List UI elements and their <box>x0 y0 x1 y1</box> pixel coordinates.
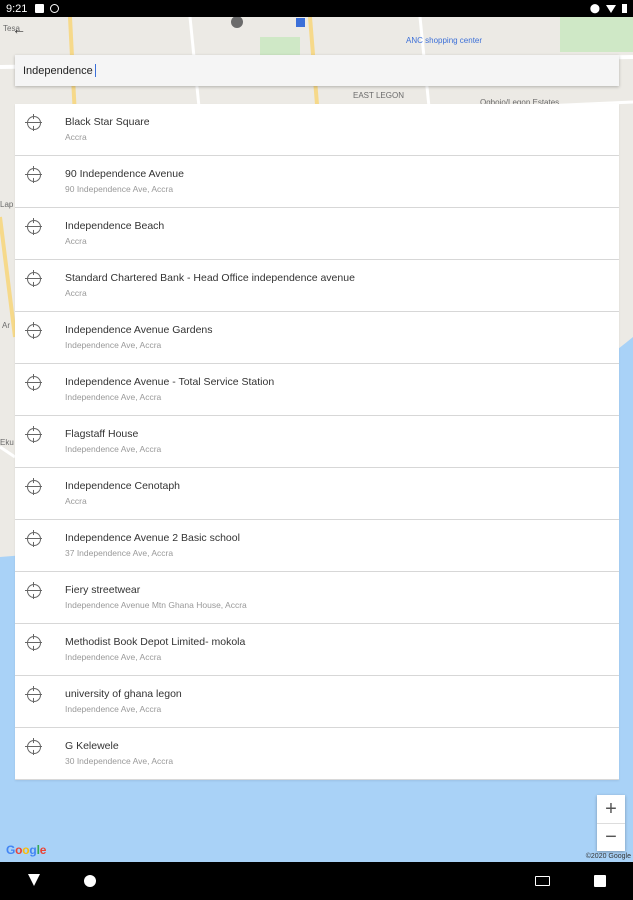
result-title: Flagstaff House <box>65 428 139 440</box>
result-item[interactable]: Methodist Book Depot Limited- mokola Ind… <box>15 624 619 676</box>
result-title: Independence Avenue 2 Basic school <box>65 532 240 544</box>
location-target-icon <box>25 738 42 755</box>
result-subtitle: Independence Ave, Accra <box>65 392 162 402</box>
location-target-icon <box>25 582 42 599</box>
result-title: Fiery streetwear <box>65 584 141 596</box>
result-item[interactable]: Independence Avenue Gardens Independence… <box>15 312 619 364</box>
location-target-icon <box>25 166 42 183</box>
wifi-icon <box>606 4 616 13</box>
result-item[interactable]: Independence Beach Accra <box>15 208 619 260</box>
location-target-icon <box>25 634 42 651</box>
map-label-lap: Lap <box>0 200 14 209</box>
location-target-icon <box>25 478 42 495</box>
autocomplete-results-list: Black Star Square Accra 90 Independence … <box>15 104 619 780</box>
nav-recents-icon[interactable] <box>594 875 606 887</box>
logo-letter: e <box>39 843 47 857</box>
result-subtitle: 30 Independence Ave, Accra <box>65 756 174 766</box>
status-time: 9:21 <box>6 2 28 15</box>
result-title: Independence Beach <box>65 220 165 232</box>
result-item[interactable]: Black Star Square Accra <box>15 104 619 156</box>
zoom-controls: + − <box>597 795 625 851</box>
notification-icon <box>35 4 45 13</box>
location-target-icon <box>25 218 42 235</box>
result-title: Independence Cenotaph <box>65 480 181 492</box>
result-title: Independence Avenue - Total Service Stat… <box>65 376 275 388</box>
logo-letter: g <box>29 843 37 857</box>
location-target-icon <box>25 426 42 443</box>
result-item[interactable]: Standard Chartered Bank - Head Office in… <box>15 260 619 312</box>
system-navigation-bar <box>0 862 633 900</box>
result-subtitle: Independence Ave, Accra <box>65 704 162 714</box>
nav-home-icon[interactable] <box>84 875 96 887</box>
map-label-eku: Eku <box>0 438 14 447</box>
location-target-icon <box>25 530 42 547</box>
result-title: 90 Independence Avenue <box>65 168 184 180</box>
map-copyright: ©2020 Google <box>585 853 631 860</box>
nav-back-icon[interactable] <box>28 874 40 886</box>
result-subtitle: Independence Ave, Accra <box>65 652 162 662</box>
data-saver-icon <box>50 4 60 13</box>
result-subtitle: 90 Independence Ave, Accra <box>65 184 174 194</box>
result-item[interactable]: Independence Avenue - Total Service Stat… <box>15 364 619 416</box>
back-arrow-icon[interactable]: ← <box>12 21 26 37</box>
search-input[interactable]: Independence <box>15 55 619 86</box>
result-subtitle: Independence Avenue Mtn Ghana House, Acc… <box>65 600 247 610</box>
result-title: G Kelewele <box>65 740 119 752</box>
zoom-in-button[interactable]: + <box>597 795 625 823</box>
google-logo: Google <box>6 843 46 857</box>
logo-letter: G <box>6 843 16 857</box>
result-item[interactable]: 90 Independence Avenue 90 Independence A… <box>15 156 619 208</box>
result-subtitle: Accra <box>65 236 87 246</box>
result-item[interactable]: university of ghana legon Independence A… <box>15 676 619 728</box>
map-label-east-legon: EAST LEGON <box>353 91 404 100</box>
result-subtitle: Accra <box>65 496 87 506</box>
result-subtitle: Independence Ave, Accra <box>65 444 162 454</box>
location-target-icon <box>25 270 42 287</box>
zoom-out-button[interactable]: − <box>597 823 625 851</box>
result-subtitle: Accra <box>65 132 87 142</box>
map-label-anc: ANC shopping center <box>406 36 483 45</box>
result-item[interactable]: Independence Avenue 2 Basic school 37 In… <box>15 520 619 572</box>
location-target-icon <box>25 374 42 391</box>
location-target-icon <box>25 686 42 703</box>
result-item[interactable]: Flagstaff House Independence Ave, Accra <box>15 416 619 468</box>
location-icon: ⬤ <box>589 3 600 13</box>
result-title: Methodist Book Depot Limited- mokola <box>65 636 246 648</box>
result-item[interactable]: G Kelewele 30 Independence Ave, Accra <box>15 728 619 780</box>
battery-icon <box>622 4 627 13</box>
result-subtitle: Accra <box>65 288 87 298</box>
result-title: Black Star Square <box>65 116 150 128</box>
search-query: Independence <box>23 64 93 77</box>
location-target-icon <box>25 322 42 339</box>
location-target-icon <box>25 114 42 131</box>
result-item[interactable]: Fiery streetwear Independence Avenue Mtn… <box>15 572 619 624</box>
map-label-ar: Ar <box>2 321 10 330</box>
result-title: university of ghana legon <box>65 688 182 700</box>
result-title: Independence Avenue Gardens <box>65 324 213 336</box>
keyboard-switch-icon[interactable] <box>535 876 550 886</box>
result-subtitle: 37 Independence Ave, Accra <box>65 548 174 558</box>
result-subtitle: Independence Ave, Accra <box>65 340 162 350</box>
result-item[interactable]: Independence Cenotaph Accra <box>15 468 619 520</box>
text-cursor <box>94 64 96 77</box>
result-title: Standard Chartered Bank - Head Office in… <box>65 272 355 284</box>
status-bar: 9:21 ⬤ <box>0 0 633 17</box>
